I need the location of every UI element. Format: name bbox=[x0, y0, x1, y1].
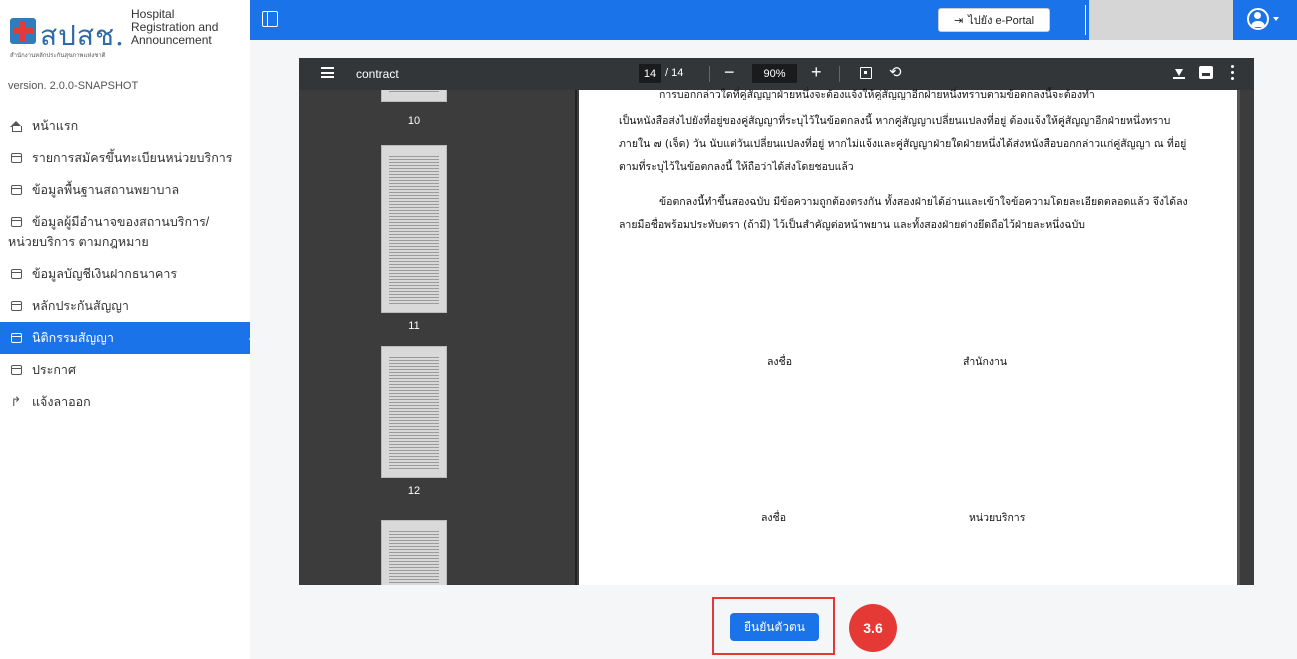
list-box-icon bbox=[8, 264, 24, 284]
exit-arrow-icon: ↱ bbox=[10, 394, 22, 409]
sidebar-item-registration-list[interactable]: รายการสมัครขึ้นทะเบียนหน่วยบริการ bbox=[0, 142, 255, 174]
zoom-in-icon[interactable]: + bbox=[811, 62, 822, 83]
page-number-input[interactable]: 14 bbox=[639, 64, 661, 83]
sign-label: ลงชื่อ bbox=[767, 356, 792, 368]
thumbnail-sidebar[interactable]: 10 11 12 bbox=[299, 90, 575, 585]
sidebar-item-announcement[interactable]: ประกาศ bbox=[0, 354, 255, 386]
viewer-divider bbox=[575, 90, 577, 585]
app-title-line3: Announcement bbox=[131, 33, 212, 47]
step-badge: 3.6 bbox=[849, 604, 897, 652]
zoom-input[interactable]: 90% bbox=[752, 64, 797, 83]
main-content: contract 14 / 14 − 90% + ⟲ 10 11 12 การบ… bbox=[250, 40, 1297, 659]
pdf-title: contract bbox=[356, 67, 399, 81]
paragraph-clipped: การบอกกล่าวใดที่คู่สัญญาฝ่ายหนึ่งจะต้องแ… bbox=[659, 89, 1095, 100]
version-label: version. 2.0.0-SNAPSHOT bbox=[8, 80, 139, 92]
sidebar-item-label: ประกาศ bbox=[32, 363, 76, 377]
sidebar-item-label: ข้อมูลบัญชีเงินฝากธนาคาร bbox=[32, 267, 178, 281]
list-box-icon bbox=[8, 328, 24, 348]
print-icon[interactable] bbox=[1199, 66, 1213, 79]
sidebar-item-label-line1: ข้อมูลผู้มีอำนาจของสถานบริการ/ bbox=[32, 215, 210, 229]
more-vert-icon[interactable] bbox=[1231, 65, 1234, 81]
e-portal-button[interactable]: ⇥ ไปยัง e-Portal bbox=[938, 8, 1050, 32]
rotate-icon[interactable]: ⟲ bbox=[889, 63, 902, 81]
sidebar-item-label: รายการสมัครขึ้นทะเบียนหน่วยบริการ bbox=[32, 151, 233, 165]
app-root: สปสช. สำนักงานหลักประกันสุขภาพแห่งชาติ H… bbox=[0, 0, 1297, 659]
nhso-cross-icon bbox=[10, 18, 36, 44]
page-text: การบอกกล่าวใดที่คู่สัญญาฝ่ายหนึ่งจะต้องแ… bbox=[619, 89, 1199, 247]
user-avatar-icon[interactable] bbox=[1247, 8, 1269, 30]
list-box-icon bbox=[8, 180, 24, 200]
page-thumbnail[interactable] bbox=[381, 90, 447, 102]
app-title: Hospital Registration and Announcement bbox=[131, 8, 218, 47]
sign-party-office: สำนักงาน bbox=[963, 356, 1008, 368]
sidebar-item-home[interactable]: หน้าแรก bbox=[0, 110, 255, 142]
chevron-down-icon[interactable] bbox=[1273, 17, 1279, 21]
logo-subtitle: สำนักงานหลักประกันสุขภาพแห่งชาติ bbox=[10, 53, 106, 59]
sidebar-item-legal-contract[interactable]: นิติกรรมสัญญา bbox=[0, 322, 256, 354]
sidebar-item-label: แจ้งลาออก bbox=[32, 395, 91, 409]
page-thumbnail[interactable] bbox=[381, 346, 447, 478]
list-box-icon bbox=[8, 296, 24, 316]
page-thumbnail[interactable] bbox=[381, 145, 447, 313]
zoom-out-icon[interactable]: − bbox=[724, 62, 735, 83]
sidebar-menu: หน้าแรก รายการสมัครขึ้นทะเบียนหน่วยบริกา… bbox=[0, 110, 256, 418]
login-icon: ⇥ bbox=[953, 14, 964, 27]
sidebar-item-label: หน้าแรก bbox=[32, 119, 79, 133]
confirm-identity-button[interactable]: ยืนยันตัวตน bbox=[730, 613, 819, 641]
sidebar: สปสช. สำนักงานหลักประกันสุขภาพแห่งชาติ H… bbox=[0, 0, 256, 659]
topbar-divider bbox=[1085, 5, 1086, 35]
sidebar-item-contract-guarantee[interactable]: หลักประกันสัญญา bbox=[0, 290, 255, 322]
list-box-icon bbox=[8, 148, 24, 168]
thumbnail-page-number: 11 bbox=[408, 320, 420, 332]
paragraph-notice: เป็นหนังสือส่งไปยังที่อยู่ของคู่สัญญาที่… bbox=[619, 115, 1187, 173]
sidebar-item-label: หลักประกันสัญญา bbox=[32, 299, 129, 313]
pdf-page: การบอกกล่าวใดที่คู่สัญญาฝ่ายหนึ่งจะต้องแ… bbox=[579, 89, 1240, 585]
thumbnail-page-number: 10 bbox=[407, 115, 421, 127]
sidebar-item-authorized-persons-cont[interactable]: หน่วยบริการ ตามกฎหมาย bbox=[0, 232, 255, 258]
list-box-icon bbox=[8, 360, 24, 380]
sidebar-item-bank-account[interactable]: ข้อมูลบัญชีเงินฝากธนาคาร bbox=[0, 258, 255, 290]
toolbar-separator bbox=[709, 66, 710, 82]
menu-icon[interactable] bbox=[321, 67, 334, 78]
user-name-area bbox=[1089, 0, 1233, 40]
sidebar-item-label-line2: หน่วยบริการ ตามกฎหมาย bbox=[8, 235, 149, 249]
paragraph-copies: ข้อตกลงนี้ทำขึ้นสองฉบับ มีข้อความถูกต้อง… bbox=[619, 196, 1188, 231]
brand[interactable]: สปสช. สำนักงานหลักประกันสุขภาพแห่งชาติ H… bbox=[8, 6, 248, 66]
confirm-highlight-box: ยืนยันตัวตน bbox=[712, 597, 835, 655]
nhso-logo: สปสช. สำนักงานหลักประกันสุขภาพแห่งชาติ bbox=[8, 6, 126, 66]
sidebar-item-hospital-info[interactable]: ข้อมูลพื้นฐานสถานพยาบาล bbox=[0, 174, 255, 206]
pdf-viewer[interactable]: contract 14 / 14 − 90% + ⟲ 10 11 12 การบ… bbox=[299, 58, 1254, 585]
download-icon[interactable] bbox=[1173, 65, 1185, 81]
fit-page-icon[interactable] bbox=[860, 67, 872, 79]
e-portal-button-label: ไปยัง e-Portal bbox=[968, 15, 1035, 27]
sidebar-item-resign[interactable]: ↱ แจ้งลาออก bbox=[0, 386, 255, 418]
sidebar-item-label: ข้อมูลผู้มีอำนาจของสถานบริการ/ bbox=[32, 212, 209, 232]
toolbar-separator bbox=[839, 66, 840, 82]
sign-label: ลงชื่อ bbox=[761, 512, 786, 524]
list-box-icon bbox=[8, 212, 24, 232]
sidebar-item-label: ข้อมูลพื้นฐานสถานพยาบาล bbox=[32, 183, 180, 197]
thumbnail-page-number: 12 bbox=[407, 485, 421, 497]
home-icon bbox=[8, 116, 24, 136]
sign-party-unit: หน่วยบริการ bbox=[969, 512, 1026, 524]
page-thumbnail[interactable] bbox=[381, 520, 447, 585]
page-total: / 14 bbox=[665, 67, 684, 79]
sidebar-item-label: นิติกรรมสัญญา bbox=[32, 331, 114, 345]
top-bar: ⇥ ไปยัง e-Portal bbox=[250, 0, 1297, 40]
sidebar-toggle-icon[interactable] bbox=[262, 11, 278, 27]
